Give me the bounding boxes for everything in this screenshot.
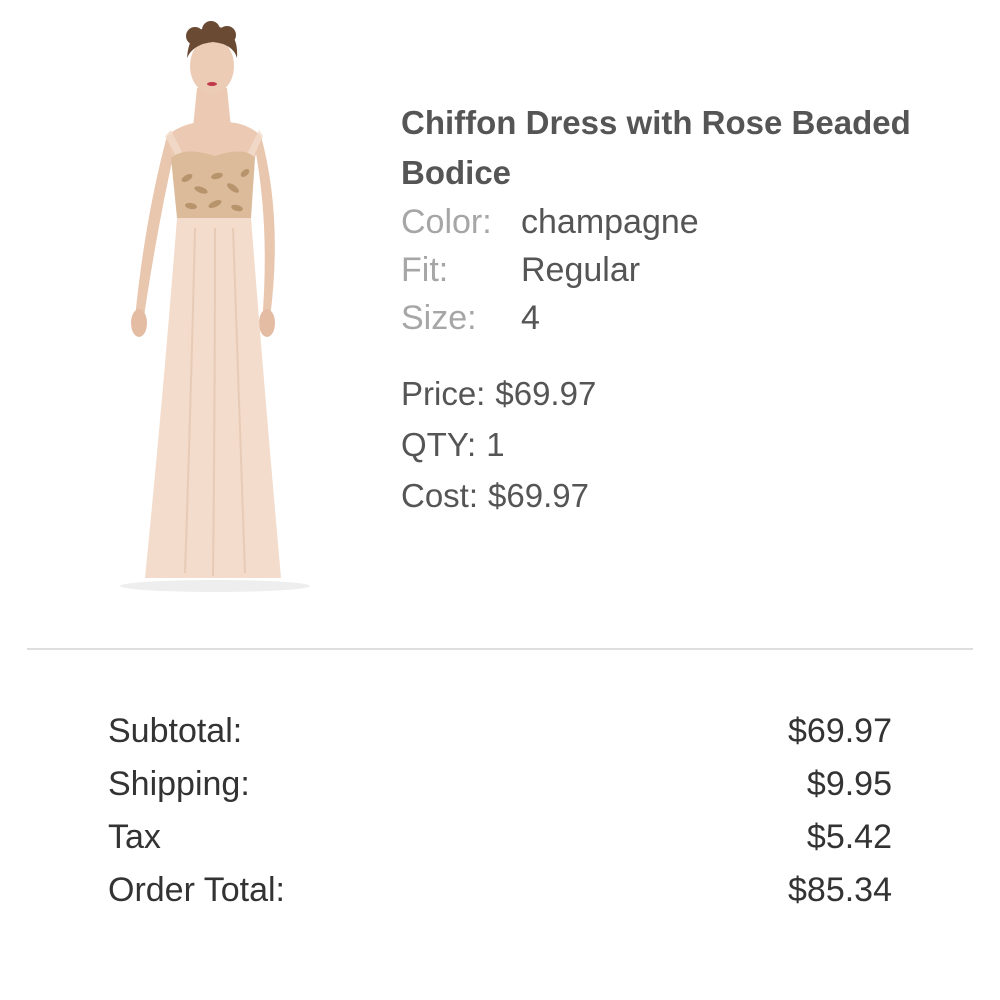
cost-label: Cost: [401, 477, 479, 514]
qty-label: QTY: [401, 426, 477, 463]
summary-value: $85.34 [788, 871, 892, 909]
product-title[interactable]: Chiffon Dress with Rose Beaded Bodice [401, 98, 961, 198]
summary-label: Subtotal: [108, 712, 243, 750]
summary-label: Shipping: [108, 765, 250, 803]
summary-row-order-total: Order Total: $85.34 [108, 864, 892, 917]
attribute-value: champagne [521, 203, 699, 241]
cost-row: Cost: $69.97 [401, 470, 801, 521]
attribute-size: Size: 4 [401, 294, 961, 342]
line-item-pricing: Price: $69.97 QTY: 1 Cost: $69.97 [401, 368, 801, 521]
attribute-label: Color: [401, 203, 492, 241]
attribute-color: Color: champagne [401, 198, 961, 246]
cost-value: $69.97 [488, 477, 589, 514]
attribute-value: Regular [521, 251, 641, 289]
summary-row-shipping: Shipping: $9.95 [108, 758, 892, 811]
product-image[interactable] [105, 18, 325, 598]
product-details: Chiffon Dress with Rose Beaded Bodice Co… [401, 98, 961, 342]
summary-value: $9.95 [806, 765, 892, 803]
price-label: Price: [401, 375, 486, 412]
summary-value: $5.42 [806, 818, 892, 856]
price-row: Price: $69.97 [401, 368, 801, 419]
attribute-value: 4 [521, 299, 540, 337]
attribute-label: Size: [401, 299, 477, 337]
order-summary: Subtotal: $69.97 Shipping: $9.95 Tax $5.… [108, 705, 892, 917]
price-value: $69.97 [495, 375, 597, 412]
qty-row: QTY: 1 [401, 419, 801, 470]
summary-row-tax: Tax $5.42 [108, 811, 892, 864]
qty-value: 1 [486, 426, 505, 463]
summary-value: $69.97 [788, 712, 892, 750]
summary-row-subtotal: Subtotal: $69.97 [108, 705, 892, 758]
summary-label: Order Total: [108, 871, 286, 909]
attribute-fit: Fit: Regular [401, 246, 961, 294]
section-divider [27, 648, 973, 650]
attribute-label: Fit: [401, 251, 449, 289]
summary-label: Tax [108, 818, 161, 856]
